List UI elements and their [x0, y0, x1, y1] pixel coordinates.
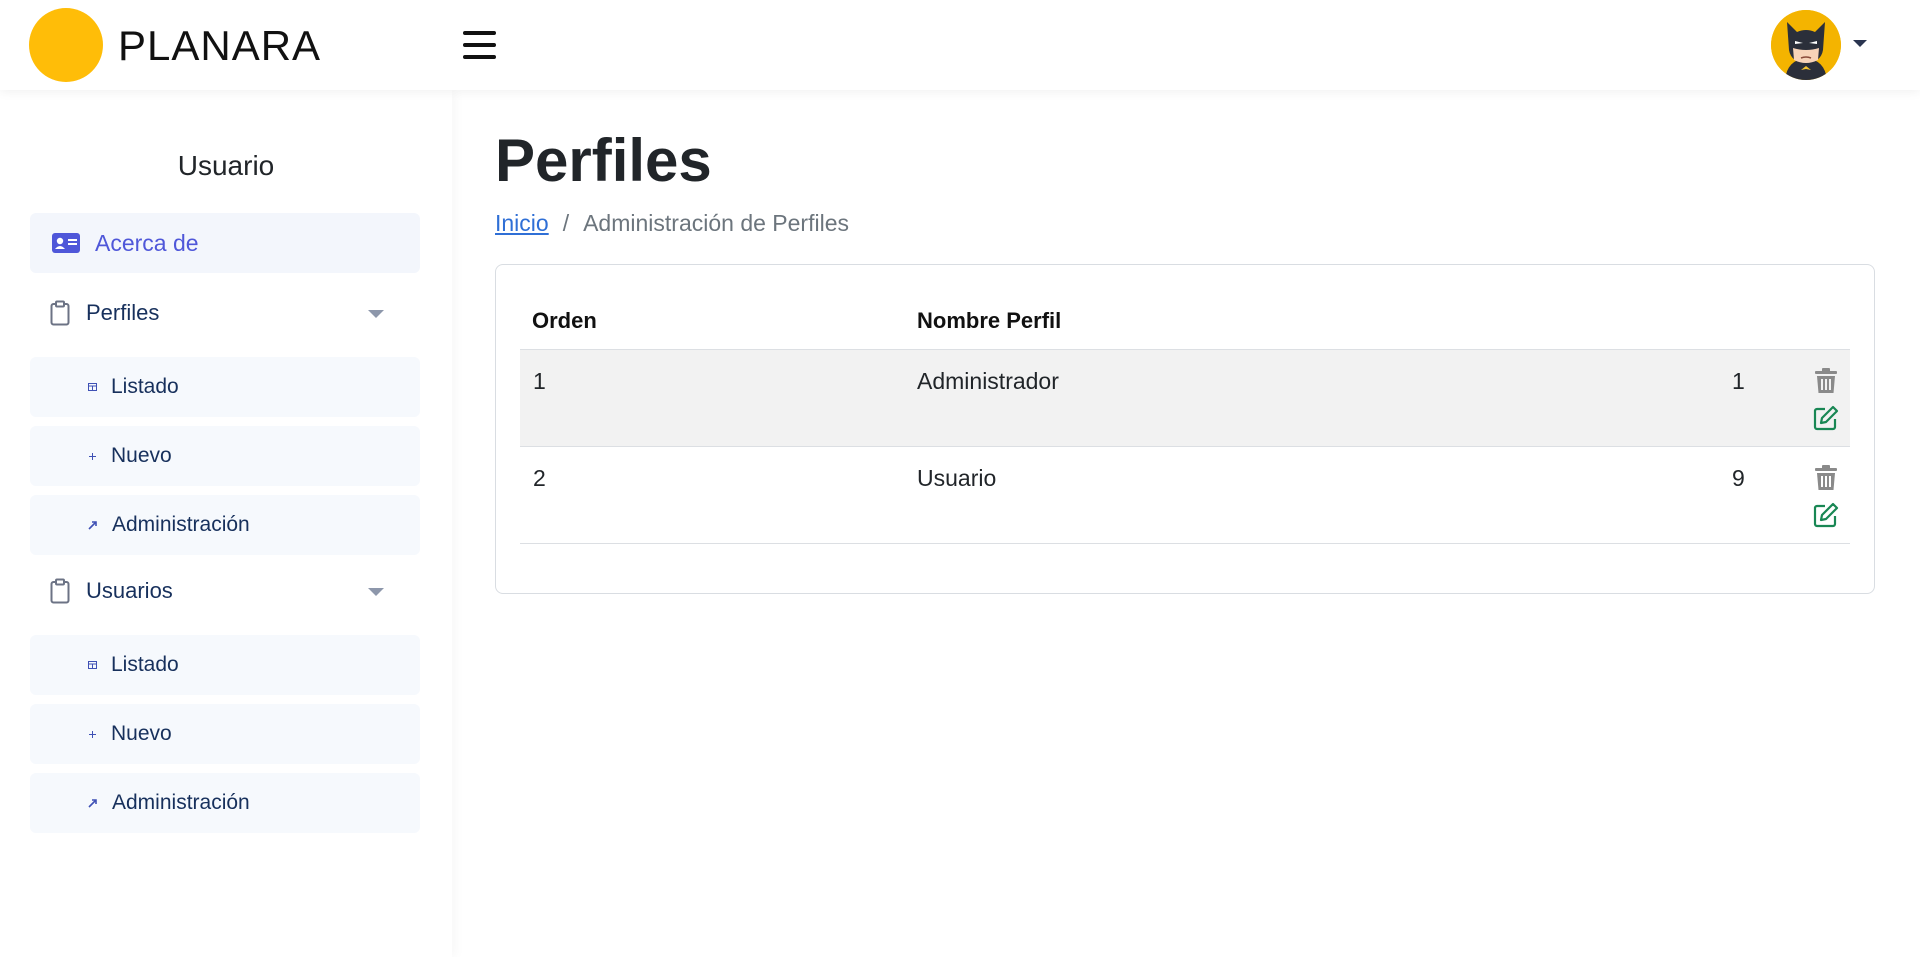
sidebar-item-perfiles-administracion[interactable]: Administración	[30, 495, 420, 555]
sidebar-item-usuarios-nuevo[interactable]: Nuevo	[30, 704, 420, 764]
arrow-icon	[88, 798, 98, 808]
table-row	[520, 350, 1850, 447]
breadcrumb-home-link[interactable]: Inicio	[495, 210, 549, 237]
column-header-nombre-perfil: Nombre Perfil	[917, 308, 1062, 333]
clipboard-icon	[50, 300, 70, 326]
cell-user-count: 1	[1732, 368, 1745, 394]
plus-icon	[88, 452, 97, 461]
sidebar-item-label: Acerca de	[95, 229, 199, 256]
delete-button[interactable]	[1812, 367, 1840, 395]
sidebar-title: Usuario	[177, 150, 275, 181]
sidebar-item-perfiles[interactable]: Perfiles	[30, 283, 420, 343]
clipboard-icon	[50, 578, 70, 604]
column-header-orden: Orden	[532, 308, 597, 333]
sidebar-item-label: Nuevo	[111, 444, 172, 467]
menu-toggle-button[interactable]	[461, 28, 501, 62]
breadcrumb: Inicio / Administración de Perfiles	[495, 210, 849, 237]
table-icon	[88, 383, 97, 391]
cell-orden: 2	[533, 465, 546, 491]
sidebar-item-perfiles-nuevo[interactable]: Nuevo	[30, 426, 420, 486]
delete-button[interactable]	[1812, 464, 1840, 492]
sidebar-item-acerca-de[interactable]: Acerca de	[30, 213, 420, 273]
sidebar-item-label: Listado	[111, 375, 179, 398]
sidebar-item-label: Nuevo	[111, 722, 172, 745]
table-icon	[88, 661, 97, 669]
plus-icon	[88, 730, 97, 739]
breadcrumb-current: Administración de Perfiles	[583, 210, 849, 236]
chevron-down-icon	[368, 588, 384, 596]
table-row	[520, 447, 1850, 544]
trash-icon	[1815, 368, 1837, 393]
sidebar-item-usuarios[interactable]: Usuarios	[30, 561, 420, 621]
chevron-down-icon	[368, 310, 384, 318]
brand-name[interactable]: PLANARA	[118, 22, 321, 70]
sidebar: Usuario Acerca de Perfiles Listado Nuevo…	[0, 90, 452, 957]
cell-nombre-perfil: Usuario	[917, 465, 997, 491]
page-title: Perfiles	[495, 127, 712, 194]
cell-user-count: 9	[1732, 465, 1745, 491]
sidebar-item-usuarios-listado[interactable]: Listado	[30, 635, 420, 695]
user-avatar[interactable]	[1771, 10, 1841, 80]
edit-icon	[1813, 502, 1839, 528]
id-card-icon	[52, 232, 80, 254]
trash-icon	[1815, 465, 1837, 490]
batman-avatar-icon	[1771, 10, 1841, 80]
cell-nombre-perfil: Administrador	[917, 368, 1059, 394]
sidebar-item-usuarios-administracion[interactable]: Administración	[30, 773, 420, 833]
sidebar-item-label: Administración	[112, 791, 250, 814]
avatar-dropdown-caret-icon[interactable]	[1853, 40, 1867, 47]
logo-icon[interactable]	[29, 8, 103, 82]
breadcrumb-separator: /	[562, 210, 570, 236]
edit-icon	[1813, 405, 1839, 431]
sidebar-item-label: Perfiles	[86, 300, 160, 325]
sidebar-item-label: Usuarios	[86, 578, 173, 603]
edit-button[interactable]	[1812, 501, 1840, 529]
sidebar-item-label: Administración	[112, 513, 250, 536]
arrow-icon	[88, 520, 98, 530]
sidebar-item-label: Listado	[111, 653, 179, 676]
top-navbar: PLANARA	[0, 0, 1920, 90]
edit-button[interactable]	[1812, 404, 1840, 432]
cell-orden: 1	[533, 368, 546, 394]
sidebar-item-perfiles-listado[interactable]: Listado	[30, 357, 420, 417]
